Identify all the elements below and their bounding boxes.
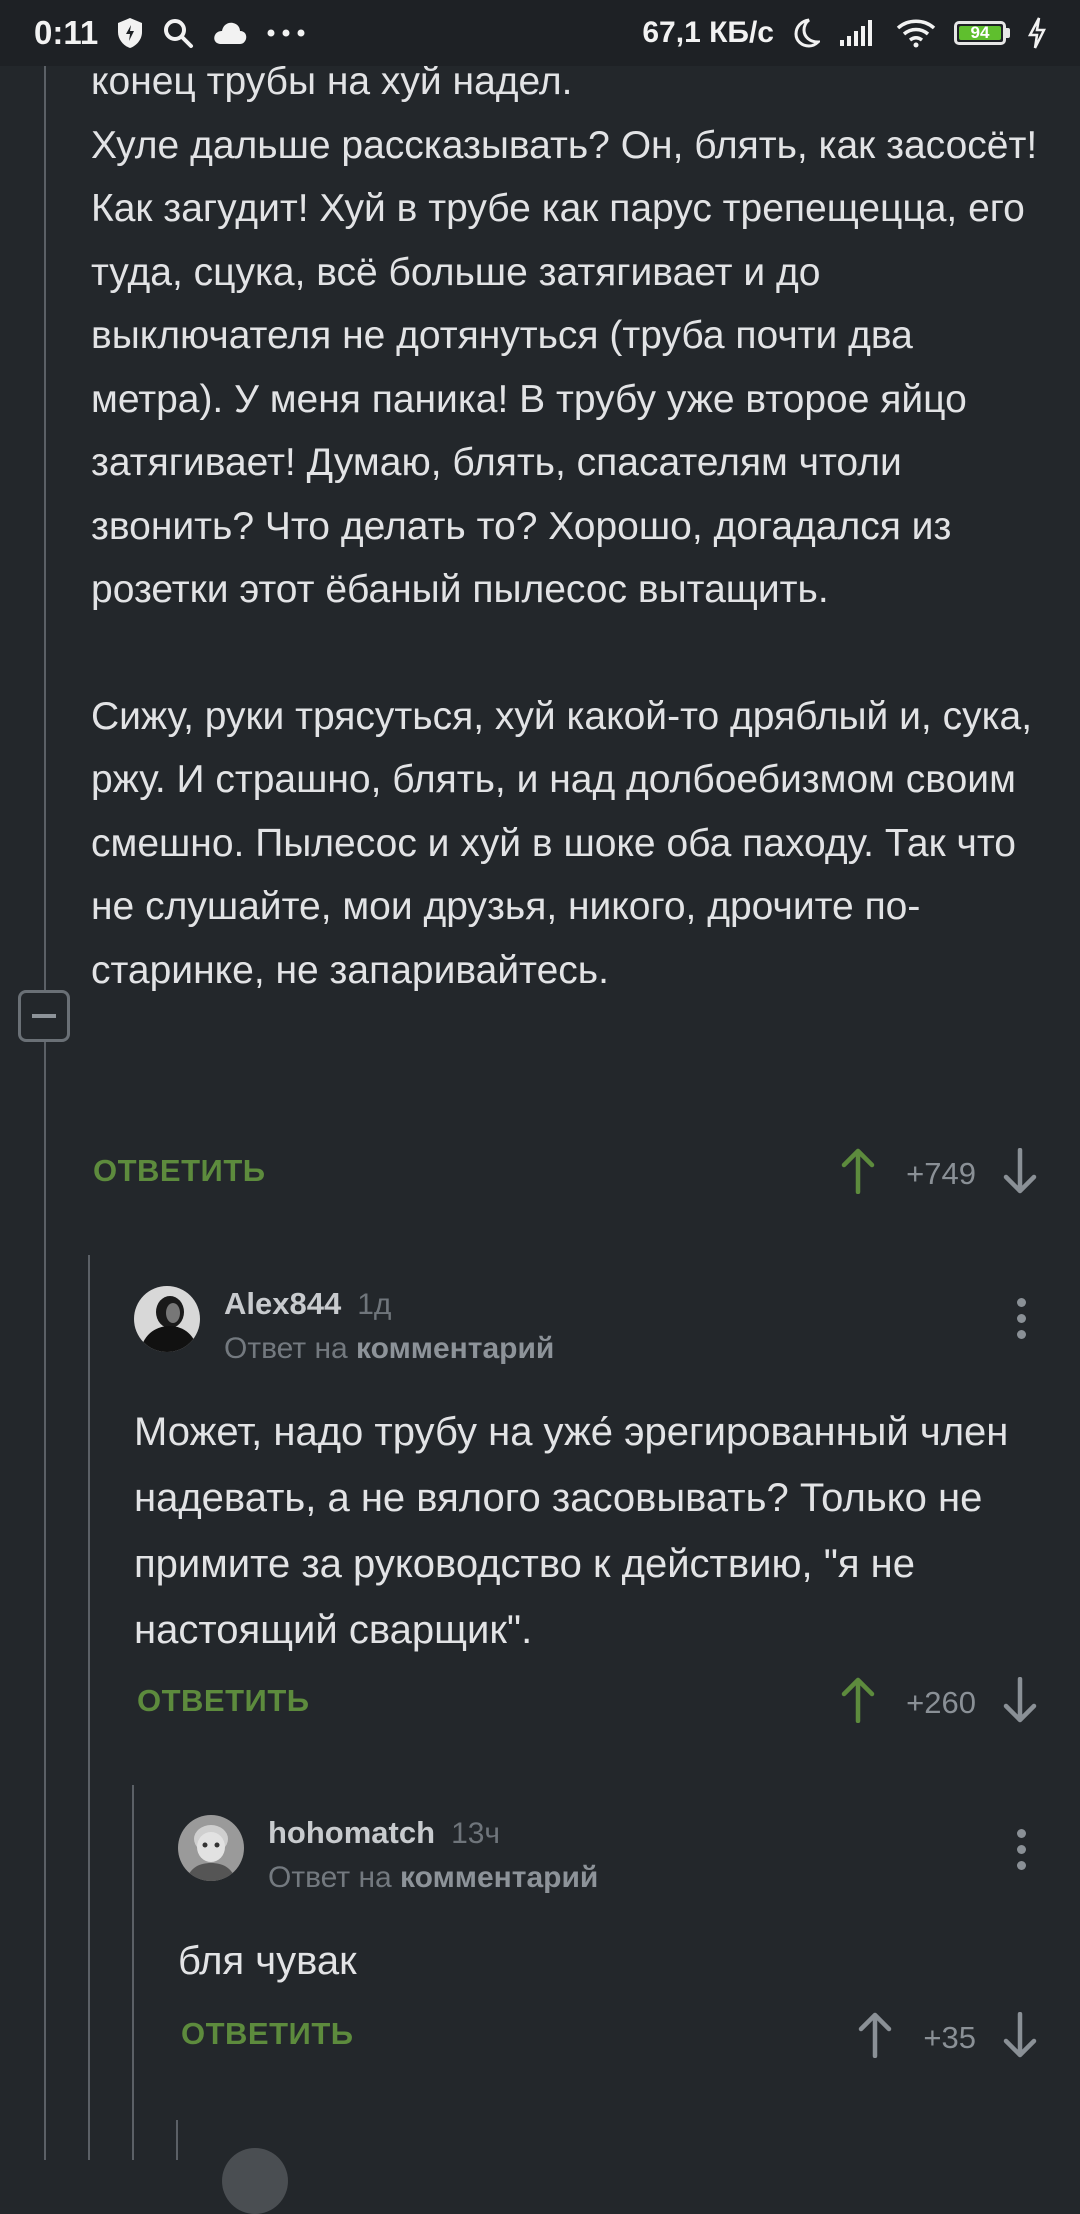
comment-paragraph: Сижу, руки трясуться, хуй какой-то дрябл… [91,694,1033,992]
thread-line-level-2 [132,1785,134,2160]
upvote-icon[interactable] [840,1677,876,1728]
avatar[interactable] [222,2148,288,2214]
thread-line-level-1 [88,1255,90,2160]
main-comment-text: конец трубы на хуй надел. Хуле дальше ра… [91,50,1051,1002]
charging-icon [1028,17,1046,49]
search-icon [162,17,194,49]
reply-to-prefix: Ответ на [268,1861,392,1894]
comment-body: Может, надо трубу на уже́ эрегированный … [134,1410,1009,1652]
rating-controls: +260 [840,1676,1038,1728]
reply-to-prefix: Ответ на [224,1332,348,1365]
comment-body: бля чувак [178,1939,357,1983]
minus-icon [32,1014,56,1018]
rating-count: +35 [923,2019,976,2055]
downvote-icon[interactable] [1002,1147,1038,1199]
status-bar: 0:11 67,1 КБ/с 94 [0,0,1080,66]
reply-button[interactable]: ОТВЕТИТЬ [93,1153,266,1189]
reply-button[interactable]: ОТВЕТИТЬ [181,2016,354,2052]
downvote-icon[interactable] [1002,1676,1038,1728]
battery-level: 94 [959,23,1001,42]
author-name[interactable]: hohomatch [268,1815,435,1851]
wifi-icon [896,18,936,48]
reply-to-link[interactable]: комментарий [356,1332,554,1365]
author-name[interactable]: Alex844 [224,1286,341,1322]
reply-to: Ответ на комментарий [268,1861,598,1895]
upvote-icon[interactable] [857,2012,893,2063]
comment-text: Может, надо трубу на уже́ эрегированный … [134,1399,1034,1663]
comment-header: Alex844 1д Ответ на комментарий [134,1286,554,1366]
more-icon [266,28,306,38]
more-options-icon[interactable] [1017,1829,1026,1870]
battery-icon: 94 [954,21,1010,45]
upvote-icon[interactable] [840,1148,876,1199]
moon-icon [792,18,820,48]
comment-paragraph: Хуле дальше рассказывать? Он, блять, как… [91,123,1038,612]
comment-time: 13ч [451,1817,501,1850]
clock: 0:11 [34,14,99,51]
downvote-icon[interactable] [1002,2011,1038,2063]
avatar[interactable] [178,1815,244,1881]
reply-to: Ответ на комментарий [224,1332,554,1366]
reply-button[interactable]: ОТВЕТИТЬ [137,1683,310,1719]
cloud-icon [212,20,248,46]
rating-controls: +749 [840,1147,1038,1199]
more-options-icon[interactable] [1017,1298,1026,1339]
comment-text: бля чувак [178,1928,1038,1994]
network-speed: 67,1 КБ/с [642,16,774,49]
avatar[interactable] [134,1286,200,1352]
rating-controls: +35 [857,2011,1038,2063]
thread-line-level-3 [176,2120,178,2160]
rating-count: +260 [906,1684,976,1720]
reply-to-link[interactable]: комментарий [400,1861,598,1894]
rating-count: +749 [906,1155,976,1191]
signal-icon [838,18,878,48]
thread-line-root [44,66,46,2160]
comment-time: 1д [357,1288,392,1321]
shield-icon [116,17,144,49]
comment-header: hohomatch 13ч Ответ на комментарий [178,1815,598,1895]
collapse-thread-button[interactable] [18,990,70,1042]
